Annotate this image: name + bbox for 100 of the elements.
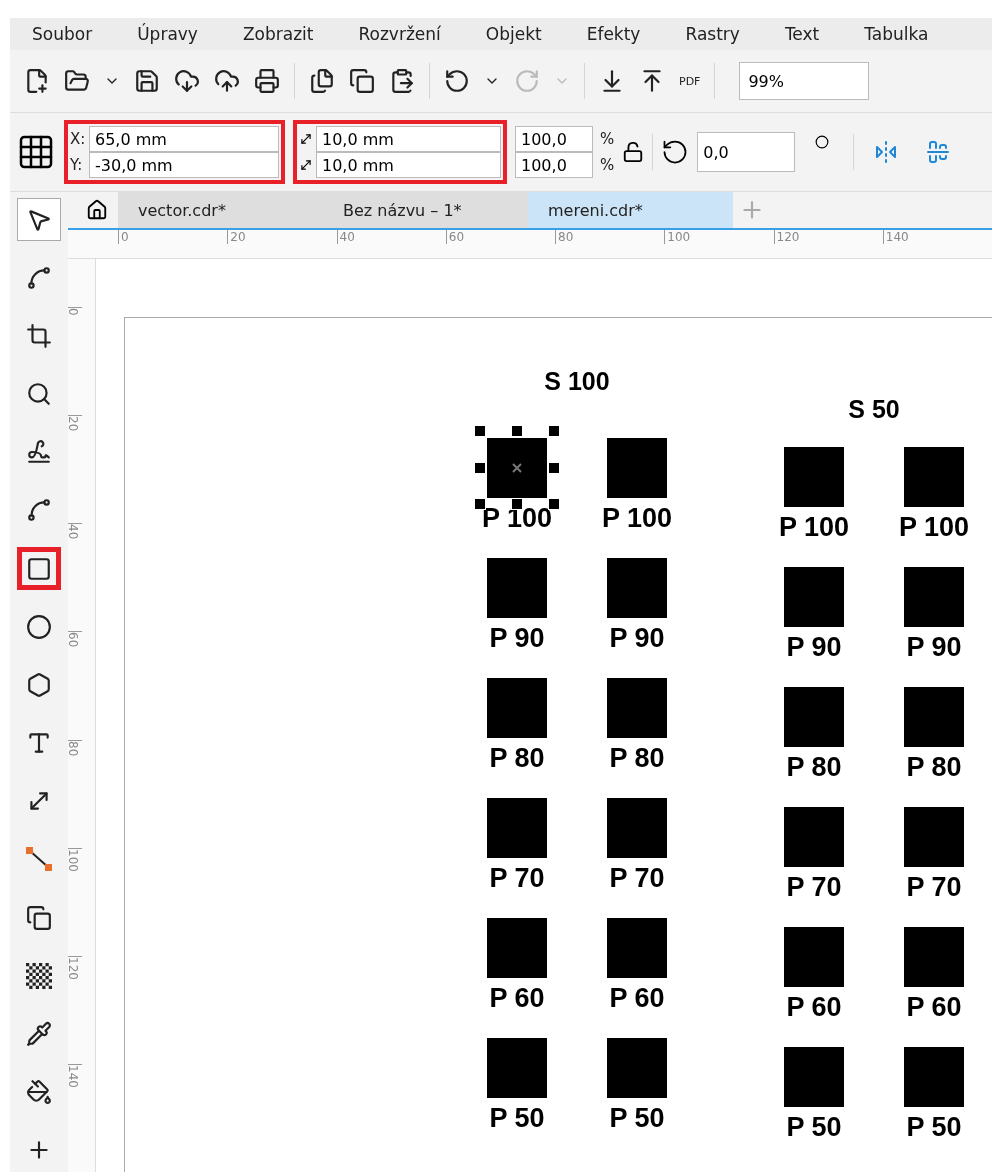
y-field[interactable]: -30,0 mm bbox=[89, 152, 279, 178]
percent-label: % bbox=[600, 130, 615, 148]
selection-handle[interactable] bbox=[511, 425, 523, 437]
document-tab[interactable]: vector.cdr* bbox=[118, 192, 323, 228]
scale-y-field[interactable]: 100,0 bbox=[515, 152, 593, 178]
menu-item[interactable]: Tabulka bbox=[864, 24, 929, 44]
undo-icon[interactable] bbox=[444, 68, 470, 94]
new-document-icon[interactable] bbox=[24, 68, 50, 94]
menu-item[interactable]: Text bbox=[784, 24, 820, 44]
square-label: P 60 bbox=[489, 984, 545, 1012]
rectangle-icon bbox=[26, 555, 52, 582]
square-label: P 70 bbox=[786, 873, 842, 901]
degree-icon bbox=[815, 135, 830, 149]
percent-label: % bbox=[600, 156, 615, 174]
folder-icon[interactable] bbox=[64, 68, 90, 94]
printer-icon[interactable] bbox=[254, 68, 280, 94]
square-label: P 60 bbox=[906, 993, 962, 1021]
copy-icon[interactable] bbox=[349, 68, 375, 94]
center-mark-icon bbox=[512, 463, 522, 473]
scale-x-field[interactable]: 100,0 bbox=[515, 126, 593, 152]
documents-icon[interactable] bbox=[309, 68, 335, 94]
y-label: Y: bbox=[70, 156, 84, 174]
ruler-label: 100 bbox=[66, 848, 80, 872]
square-label: P 70 bbox=[489, 864, 545, 892]
selection-handle[interactable] bbox=[474, 462, 486, 474]
group-heading: S 100 bbox=[544, 366, 610, 396]
document-tab[interactable]: mereni.cdr* bbox=[528, 192, 733, 228]
ruler-label: 20 bbox=[66, 416, 80, 432]
ruler-label: 80 bbox=[66, 740, 80, 756]
menu-item[interactable]: Rozvržení bbox=[358, 24, 441, 44]
square-label: P 50 bbox=[906, 1113, 962, 1141]
width-field[interactable]: 10,0 mm bbox=[316, 126, 501, 152]
selection-handle[interactable] bbox=[548, 462, 560, 474]
unlock-icon[interactable] bbox=[622, 141, 645, 163]
ruler-label: 120 bbox=[66, 956, 80, 980]
tool-button[interactable] bbox=[17, 547, 61, 591]
ruler-label: 0 bbox=[66, 308, 80, 316]
group-heading: S 50 bbox=[848, 394, 900, 424]
square-label: P 100 bbox=[898, 513, 970, 541]
rotation-field[interactable]: 0,0 bbox=[697, 132, 796, 172]
square-label: P 100 bbox=[481, 504, 553, 532]
ruler-label: 60 bbox=[66, 632, 80, 648]
menu-item[interactable]: Efekty bbox=[586, 24, 641, 44]
curve-icon bbox=[26, 497, 52, 524]
selection-handle[interactable] bbox=[548, 498, 560, 510]
square-label: P 50 bbox=[609, 1104, 665, 1132]
square-label: P 80 bbox=[906, 753, 962, 781]
home-icon[interactable] bbox=[86, 199, 108, 221]
selection-handle[interactable] bbox=[474, 498, 486, 510]
ruler-label: 40 bbox=[336, 230, 446, 244]
ruler-label: 60 bbox=[445, 230, 555, 244]
ruler-label: 40 bbox=[66, 524, 80, 540]
square-label: P 80 bbox=[609, 744, 665, 772]
mirror-icon[interactable] bbox=[874, 140, 899, 164]
menu-item[interactable]: Soubor bbox=[32, 24, 93, 44]
square-label: P 90 bbox=[609, 624, 665, 652]
cloud-upload-icon[interactable] bbox=[214, 68, 240, 94]
ruler-label: 80 bbox=[555, 230, 665, 244]
menu-item[interactable]: Úpravy bbox=[137, 24, 198, 44]
checkerboard-icon bbox=[26, 962, 52, 989]
square-label: P 70 bbox=[609, 864, 665, 892]
crop-icon bbox=[26, 322, 52, 349]
ruler-label: 140 bbox=[66, 1064, 80, 1088]
align-icon[interactable] bbox=[926, 140, 951, 164]
square-label: P 80 bbox=[489, 744, 545, 772]
document-tab[interactable]: Bez názvu – 1* bbox=[323, 192, 528, 228]
cloud-download-icon[interactable] bbox=[174, 68, 200, 94]
selection-handle[interactable] bbox=[474, 425, 486, 437]
zoom-field[interactable]: 99% bbox=[739, 62, 870, 100]
ruler-label: 20 bbox=[227, 230, 337, 244]
pdf-export-label[interactable]: PDF bbox=[679, 75, 701, 87]
hexagon-icon bbox=[26, 672, 52, 699]
square-label: P 80 bbox=[786, 753, 842, 781]
square-label: P 50 bbox=[489, 1104, 545, 1132]
clipboard-icon[interactable] bbox=[389, 68, 415, 94]
menu-item[interactable]: Objekt bbox=[485, 24, 542, 44]
square-label: P 60 bbox=[786, 993, 842, 1021]
ellipse-icon bbox=[26, 613, 52, 640]
x-field[interactable]: 65,0 mm bbox=[89, 126, 279, 152]
selection-handle[interactable] bbox=[511, 498, 523, 510]
ruler-label: 140 bbox=[882, 230, 992, 244]
save-icon[interactable] bbox=[134, 68, 160, 94]
square-label: P 90 bbox=[786, 633, 842, 661]
square-label: P 100 bbox=[601, 504, 673, 532]
square-label: P 90 bbox=[906, 633, 962, 661]
tool-button[interactable] bbox=[17, 198, 61, 242]
menu-item[interactable]: Zobrazit bbox=[242, 24, 314, 44]
ruler-label: 120 bbox=[773, 230, 883, 244]
menu-item[interactable]: Rastry bbox=[685, 24, 740, 44]
ruler-label: 100 bbox=[664, 230, 774, 244]
height-field[interactable]: 10,0 mm bbox=[316, 152, 501, 178]
shape-icon bbox=[26, 264, 52, 291]
selection-handle[interactable] bbox=[548, 425, 560, 437]
square-label: P 50 bbox=[786, 1113, 842, 1141]
paint-bucket-icon bbox=[26, 1079, 52, 1106]
eyedropper-icon bbox=[26, 1021, 52, 1047]
square-label: P 100 bbox=[778, 513, 850, 541]
square-label: P 70 bbox=[906, 873, 962, 901]
shadow-icon bbox=[26, 904, 52, 931]
square-label: P 60 bbox=[609, 984, 665, 1012]
